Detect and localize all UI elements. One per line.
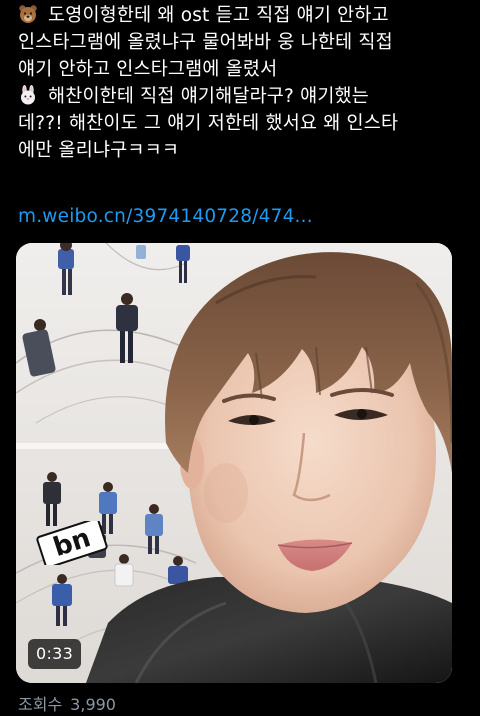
tweet-line-3: 얘기 안하고 인스타그램에 올렸서	[18, 59, 278, 80]
weibo-link[interactable]: m.weibo.cn/3974140728/474...	[18, 203, 313, 230]
tweet-line-5: 데??! 해찬이도 그 얘기 저한테 했서요 왜 인스타	[18, 113, 399, 134]
rabbit-face-icon	[21, 85, 35, 105]
views-number: 3,990	[70, 695, 116, 714]
bear-face-icon	[19, 5, 37, 23]
tweet-line-1: 도영이형한테 왜 ost 듣고 직접 얘기 안하고	[18, 2, 470, 29]
video-thumbnail	[16, 243, 452, 683]
views-count: 조회수 3,990	[18, 694, 124, 716]
video-duration-badge: 0:33	[28, 639, 82, 669]
tweet-line-1-text: 도영이형한테 왜 ost 듣고 직접 얘기 안하고	[48, 5, 389, 26]
bn-sticker: bn	[34, 517, 110, 569]
tweet-text: 도영이형한테 왜 ost 듣고 직접 얘기 안하고 인스타그램에 올렸냐구 물어…	[18, 2, 470, 164]
views-label: 조회수	[18, 695, 63, 714]
tweet-line-4: 해찬이한테 직접 얘기해달라구? 얘기했는	[18, 83, 470, 110]
tweet-line-6: 에만 올리냐구ㅋㅋㅋ	[18, 140, 180, 161]
tweet-line-4-text: 해찬이한테 직접 얘기해달라구? 얘기했는	[48, 86, 370, 107]
tweet-line-2: 인스타그램에 올렸냐구 물어봐바 웅 나한테 직접	[18, 32, 393, 53]
video-player[interactable]: bn 0:33	[16, 243, 452, 683]
